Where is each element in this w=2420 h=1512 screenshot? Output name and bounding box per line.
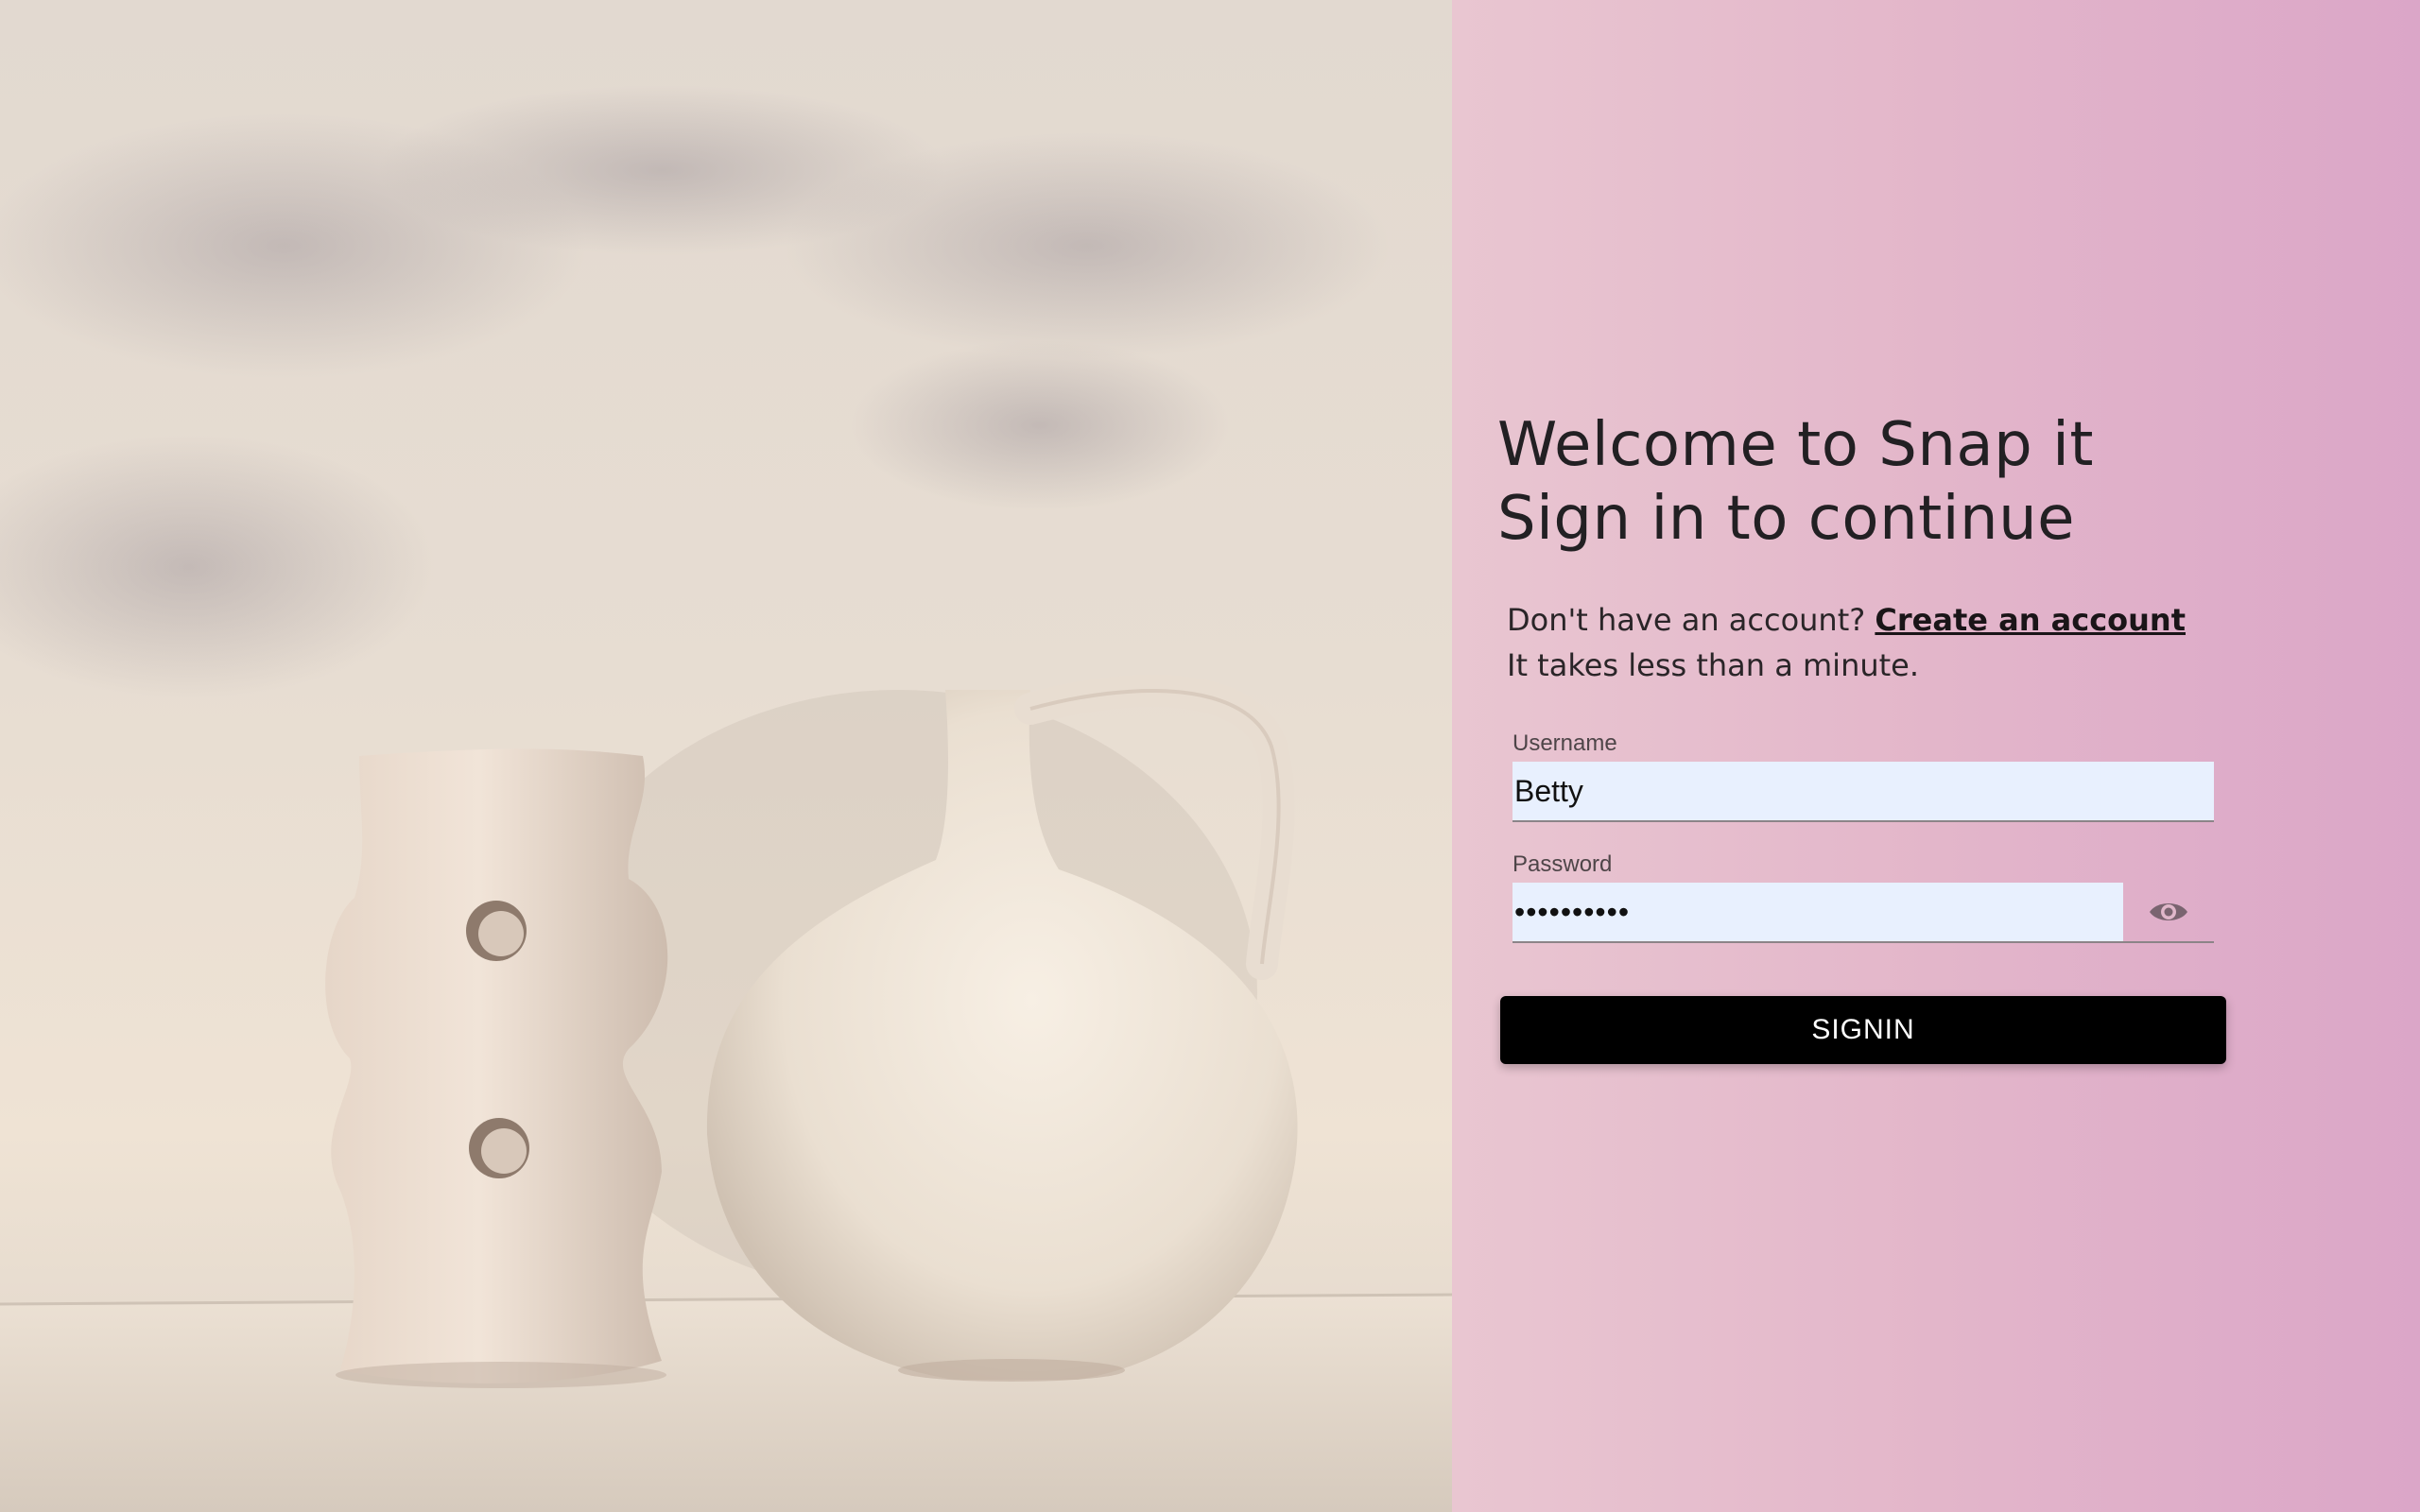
signup-prompt: Don't have an account? Create an account… [1507, 597, 2186, 688]
password-input[interactable] [1512, 883, 2123, 943]
signin-button[interactable]: SIGNIN [1500, 996, 2226, 1064]
eye-icon [2150, 903, 2187, 920]
signup-note: It takes less than a minute. [1507, 647, 1920, 683]
signin-panel: Welcome to Snap it Sign in to continue D… [1452, 0, 2420, 1512]
password-label: Password [1512, 851, 1613, 877]
welcome-line: Welcome to Snap it [1497, 410, 2094, 480]
create-account-link[interactable]: Create an account [1875, 602, 2186, 638]
signin-subtitle: Sign in to continue [1497, 484, 2075, 554]
username-label: Username [1512, 730, 1617, 756]
hero-image [0, 0, 1452, 1512]
toggle-password-button[interactable] [2123, 883, 2214, 943]
username-input[interactable] [1512, 762, 2214, 822]
vases-illustration [0, 85, 1452, 1512]
signup-question: Don't have an account? [1507, 602, 1866, 638]
page-title: Welcome to Snap it Sign in to continue [1497, 408, 2094, 556]
